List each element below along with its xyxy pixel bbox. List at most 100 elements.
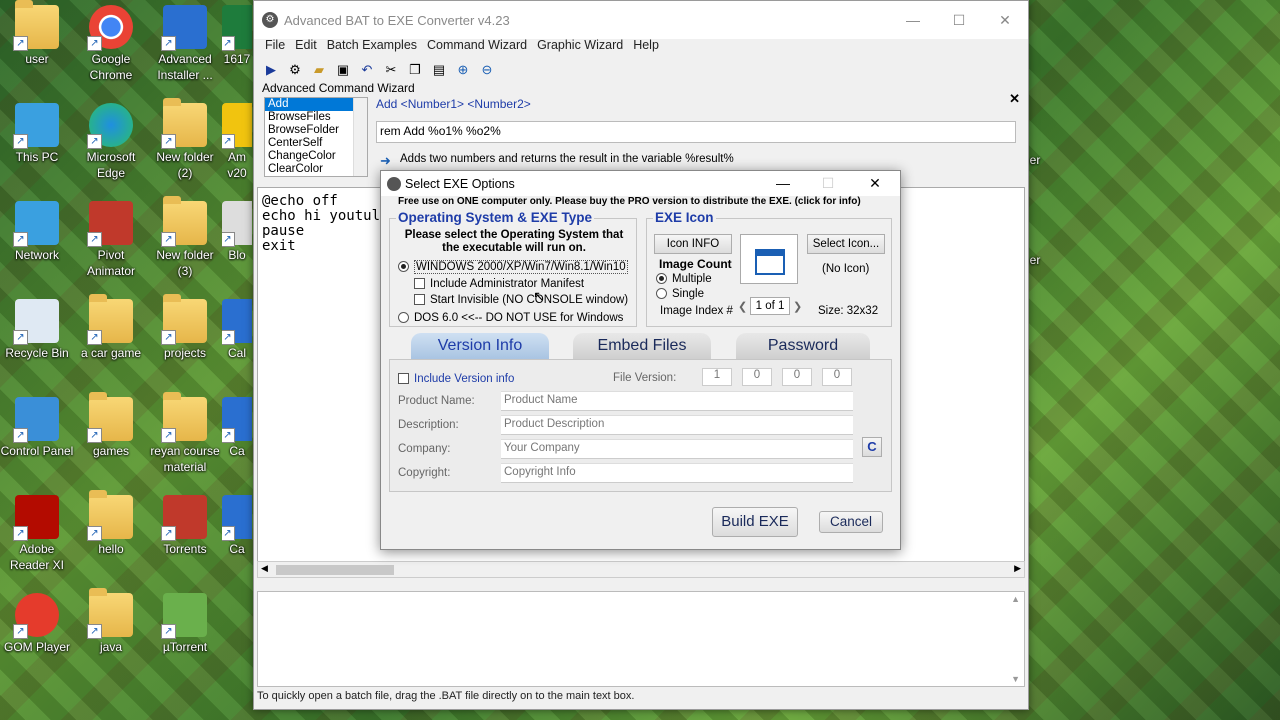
os-windows-radio[interactable]: WINDOWS 2000/XP/Win7/Win8.1/Win10 bbox=[398, 260, 628, 274]
desktop-shortcut[interactable]: Cal bbox=[222, 299, 252, 361]
tab-version-info[interactable]: Version Info bbox=[411, 333, 549, 359]
desktop-shortcut[interactable]: New folder (3) bbox=[148, 196, 222, 279]
tab-embed-files[interactable]: Embed Files bbox=[573, 333, 711, 359]
os-dos-radio[interactable]: DOS 6.0 <<-- DO NOT USE for Windows bbox=[398, 312, 623, 324]
checkbox[interactable] bbox=[414, 294, 425, 306]
list-item[interactable]: Add bbox=[265, 98, 367, 111]
start-invisible-checkbox[interactable]: Start Invisible (NO CONSOLE window) bbox=[414, 294, 628, 306]
radio[interactable] bbox=[656, 288, 667, 300]
build-gear-icon[interactable]: ⚙ bbox=[286, 62, 304, 78]
index-next-icon[interactable]: ❯ bbox=[793, 300, 802, 313]
cut-icon[interactable]: ✂ bbox=[382, 62, 400, 78]
scroll-down-icon[interactable]: ▼ bbox=[1011, 674, 1020, 684]
scroll-thumb[interactable] bbox=[276, 565, 394, 575]
copyright-symbol-button[interactable]: C bbox=[862, 437, 882, 457]
desktop-shortcut[interactable]: reyan course material bbox=[148, 392, 222, 475]
list-item[interactable]: CenterSelf bbox=[265, 137, 367, 150]
admin-manifest-checkbox[interactable]: Include Administrator Manifest bbox=[414, 278, 584, 290]
single-radio[interactable]: Single bbox=[656, 288, 704, 300]
list-item[interactable]: ClearColor bbox=[265, 163, 367, 176]
multiple-radio[interactable]: Multiple bbox=[656, 273, 712, 285]
desktop-shortcut[interactable]: Recycle Bin bbox=[0, 299, 74, 361]
desktop-shortcut[interactable]: GOM Player bbox=[0, 593, 74, 655]
wizard-title: Advanced Command Wizard bbox=[262, 81, 415, 95]
run-icon[interactable]: ▶ bbox=[262, 62, 280, 78]
minimize-button[interactable]: — bbox=[890, 1, 936, 39]
desktop-shortcut[interactable]: games bbox=[74, 392, 148, 459]
hello-file-icon bbox=[87, 490, 133, 541]
select-icon-button[interactable]: Select Icon... bbox=[807, 234, 885, 254]
icon-info-button[interactable]: Icon INFO bbox=[654, 234, 732, 254]
radio[interactable] bbox=[398, 312, 409, 324]
desktop-shortcut[interactable]: Advanced Installer ... bbox=[148, 5, 222, 83]
desktop-shortcut[interactable]: Adobe Reader XI bbox=[0, 495, 74, 573]
desktop-shortcut[interactable]: Ca bbox=[222, 397, 252, 459]
menu-command-wizard[interactable]: Command Wizard bbox=[422, 38, 532, 52]
list-scrollbar[interactable] bbox=[353, 98, 367, 176]
cancel-button[interactable]: Cancel bbox=[819, 511, 883, 533]
paste-icon[interactable]: ▤ bbox=[430, 62, 448, 78]
checkbox[interactable] bbox=[414, 278, 425, 290]
close-button[interactable]: ✕ bbox=[982, 1, 1028, 39]
copyright-field[interactable]: Copyright Info bbox=[501, 463, 853, 483]
desktop-shortcut[interactable]: Network bbox=[0, 201, 74, 263]
zoom-in-icon[interactable]: ⊕ bbox=[454, 62, 472, 78]
file-version-build[interactable]: 0 bbox=[782, 368, 812, 386]
desktop-shortcut[interactable]: This PC bbox=[0, 103, 74, 165]
radio-selected[interactable] bbox=[656, 273, 667, 285]
license-notice[interactable]: Free use on ONE computer only. Please bu… bbox=[398, 196, 861, 207]
command-list[interactable]: Add BrowseFiles BrowseFolder CenterSelf … bbox=[264, 97, 368, 177]
menu-help[interactable]: Help bbox=[628, 38, 664, 52]
list-item[interactable]: BrowseFiles bbox=[265, 111, 367, 124]
desktop-shortcut[interactable]: New folder (2) bbox=[148, 98, 222, 181]
desktop-shortcut[interactable]: projects bbox=[148, 294, 222, 361]
horizontal-scrollbar[interactable]: ◀ ▶ bbox=[257, 561, 1025, 578]
desktop-shortcut[interactable]: 1617 bbox=[222, 5, 252, 67]
include-version-checkbox[interactable]: Include Version info bbox=[398, 373, 514, 385]
build-exe-button[interactable]: Build EXE bbox=[712, 507, 798, 537]
file-version-revision[interactable]: 0 bbox=[822, 368, 852, 386]
desktop-shortcut[interactable]: Pivot Animator bbox=[74, 201, 148, 279]
list-item[interactable]: BrowseFolder bbox=[265, 124, 367, 137]
wizard-close-icon[interactable]: ✕ bbox=[1009, 91, 1020, 107]
desktop-shortcut[interactable]: Blo bbox=[222, 201, 252, 263]
product-name-field[interactable]: Product Name bbox=[501, 391, 853, 411]
company-field[interactable]: Your Company bbox=[501, 439, 853, 459]
desktop-shortcut[interactable]: hello bbox=[74, 490, 148, 557]
maximize-button[interactable]: ☐ bbox=[936, 1, 982, 39]
tab-password[interactable]: Password bbox=[736, 333, 870, 359]
dialog-minimize-button[interactable]: — bbox=[768, 171, 798, 196]
file-version-minor[interactable]: 0 bbox=[742, 368, 772, 386]
desktop-shortcut[interactable]: Ca bbox=[222, 495, 252, 557]
desktop-shortcut[interactable]: Control Panel bbox=[0, 397, 74, 459]
dialog-close-button[interactable]: ✕ bbox=[860, 171, 890, 196]
desktop-shortcut[interactable]: Torrents bbox=[148, 495, 222, 557]
menu-graphic-wizard[interactable]: Graphic Wizard bbox=[532, 38, 628, 52]
desktop-shortcut[interactable]: java bbox=[74, 588, 148, 655]
list-item[interactable]: ChangeColor bbox=[265, 150, 367, 163]
output-box[interactable]: ▲ ▼ bbox=[257, 591, 1025, 687]
checkbox[interactable] bbox=[398, 373, 409, 385]
scroll-up-icon[interactable]: ▲ bbox=[1011, 594, 1020, 604]
scroll-left-icon[interactable]: ◀ bbox=[261, 563, 268, 574]
command-line-field[interactable]: rem Add %o1% %o2% bbox=[376, 121, 1016, 143]
open-folder-icon[interactable]: ▰ bbox=[310, 62, 328, 78]
desktop-shortcut[interactable]: Am v20 bbox=[222, 103, 252, 181]
undo-icon[interactable]: ↶ bbox=[358, 62, 376, 78]
description-field[interactable]: Product Description bbox=[501, 415, 853, 435]
desktop-shortcut[interactable]: a car game bbox=[74, 294, 148, 361]
desktop-shortcut[interactable]: Microsoft Edge bbox=[74, 103, 148, 181]
menu-file[interactable]: File bbox=[260, 38, 290, 52]
menu-batch-examples[interactable]: Batch Examples bbox=[322, 38, 422, 52]
radio-selected[interactable] bbox=[398, 261, 409, 273]
copy-icon[interactable]: ❐ bbox=[406, 62, 424, 78]
save-icon[interactable]: ▣ bbox=[334, 62, 352, 78]
file-version-major[interactable]: 1 bbox=[702, 368, 732, 386]
menu-edit[interactable]: Edit bbox=[290, 38, 322, 52]
scroll-right-icon[interactable]: ▶ bbox=[1014, 563, 1021, 574]
desktop-shortcut[interactable]: user bbox=[0, 0, 74, 67]
index-prev-icon[interactable]: ❮ bbox=[738, 300, 747, 313]
zoom-out-icon[interactable]: ⊖ bbox=[478, 62, 496, 78]
desktop-shortcut[interactable]: Google Chrome bbox=[74, 5, 148, 83]
desktop-shortcut[interactable]: µTorrent bbox=[148, 593, 222, 655]
